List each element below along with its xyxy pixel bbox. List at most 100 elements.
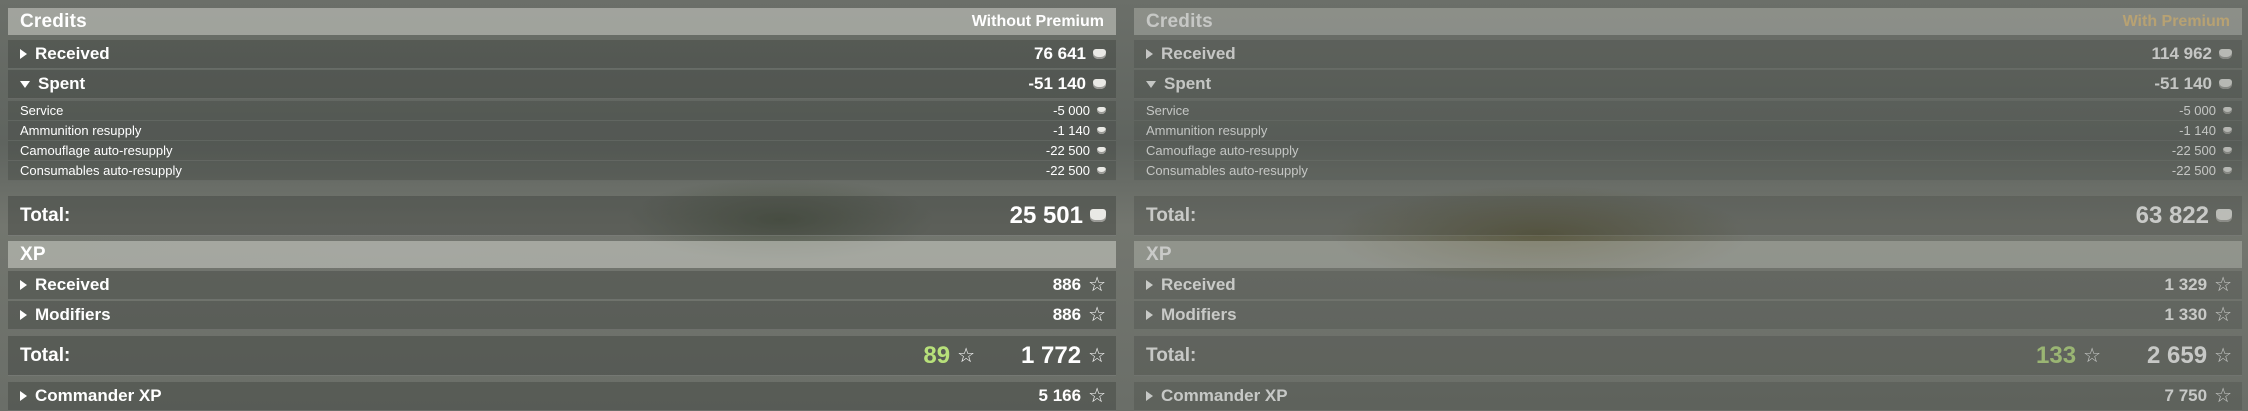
xp-modifiers-value: 886 bbox=[1052, 305, 1082, 324]
star-icon: ☆ bbox=[2214, 385, 2232, 407]
commander-xp-label: Commander XP bbox=[1161, 386, 1288, 405]
xp-modifiers-label: Modifiers bbox=[35, 305, 111, 324]
credits-header: Credits With Premium bbox=[1134, 8, 2242, 35]
credit-icon bbox=[2219, 79, 2232, 89]
commander-xp-value: 5 166 bbox=[1038, 386, 1082, 405]
xp-total-label: Total: bbox=[1146, 344, 1197, 366]
credits-total-row: Total: 25 501 bbox=[8, 196, 1116, 236]
credits-total-value: 63 822 bbox=[2135, 201, 2209, 229]
xp-received-label: Received bbox=[35, 275, 110, 294]
spent-item-value: -22 500 bbox=[1045, 163, 1090, 178]
spent-item-value: -5 000 bbox=[1053, 103, 1090, 118]
star-icon: ☆ bbox=[1088, 385, 1106, 407]
credits-spent-row[interactable]: Spent -51 140 bbox=[1134, 70, 2242, 99]
received-label: Received bbox=[1161, 44, 1236, 63]
spent-item-row: Service -5 000 bbox=[8, 101, 1116, 121]
spent-label: Spent bbox=[1164, 74, 1212, 93]
credit-icon bbox=[1097, 127, 1106, 134]
xp-modifiers-row[interactable]: Modifiers 886 ☆ bbox=[8, 301, 1116, 330]
xp-header: XP bbox=[1134, 241, 2242, 268]
spent-item-label: Consumables auto-resupply bbox=[20, 163, 182, 178]
credit-icon bbox=[2216, 209, 2232, 222]
spent-label: Spent bbox=[38, 74, 86, 93]
received-label: Received bbox=[35, 44, 110, 63]
xp-received-row[interactable]: Received 886 ☆ bbox=[8, 271, 1116, 300]
xp-total-value: 1 772 bbox=[1021, 341, 1082, 369]
star-icon: ☆ bbox=[2214, 274, 2232, 296]
credits-received-row[interactable]: Received 76 641 bbox=[8, 40, 1116, 69]
expand-arrow-icon[interactable] bbox=[1146, 280, 1153, 290]
xp-total-label: Total: bbox=[20, 344, 71, 366]
star-icon: ☆ bbox=[957, 344, 975, 367]
spent-item-row: Consumables auto-resupply -22 500 bbox=[1134, 161, 2242, 181]
commander-xp-row[interactable]: Commander XP 7 750 ☆ bbox=[1134, 382, 2242, 411]
credits-total-row: Total: 63 822 bbox=[1134, 196, 2242, 236]
credits-spent-row[interactable]: Spent -51 140 bbox=[8, 70, 1116, 99]
credits-spent-value: -51 140 bbox=[1028, 74, 1086, 93]
spent-item-label: Service bbox=[1146, 103, 1190, 118]
star-icon: ☆ bbox=[2214, 304, 2232, 326]
spent-item-label: Camouflage auto-resupply bbox=[1146, 143, 1299, 158]
star-icon: ☆ bbox=[2083, 344, 2101, 367]
xp-received-value: 1 329 bbox=[2164, 275, 2208, 294]
credits-total-label: Total: bbox=[20, 204, 71, 226]
with-premium-panel: Credits With Premium Received 114 962 Sp… bbox=[1126, 0, 2248, 411]
without-premium-caption: Without Premium bbox=[971, 12, 1104, 30]
with-premium-caption: With Premium bbox=[2122, 12, 2230, 30]
commander-xp-row[interactable]: Commander XP 5 166 ☆ bbox=[8, 382, 1116, 411]
credit-icon bbox=[2223, 147, 2232, 154]
xp-received-row[interactable]: Received 1 329 ☆ bbox=[1134, 271, 2242, 300]
spent-item-label: Service bbox=[20, 103, 64, 118]
xp-title: XP bbox=[1146, 243, 1172, 265]
spent-item-row: Ammunition resupply -1 140 bbox=[8, 121, 1116, 141]
free-xp-value: 133 bbox=[2036, 341, 2077, 369]
spent-item-row: Ammunition resupply -1 140 bbox=[1134, 121, 2242, 141]
xp-received-label: Received bbox=[1161, 275, 1236, 294]
xp-modifiers-row[interactable]: Modifiers 1 330 ☆ bbox=[1134, 301, 2242, 330]
credit-icon bbox=[2223, 127, 2232, 134]
xp-total-row: Total: 133 ☆ 2 659 ☆ bbox=[1134, 336, 2242, 376]
star-icon: ☆ bbox=[2214, 344, 2232, 367]
xp-total-row: Total: 89 ☆ 1 772 ☆ bbox=[8, 336, 1116, 376]
credits-spent-value: -51 140 bbox=[2154, 74, 2212, 93]
xp-received-value: 886 bbox=[1052, 275, 1082, 294]
credits-title: Credits bbox=[20, 10, 87, 32]
spent-item-label: Ammunition resupply bbox=[1146, 123, 1268, 138]
credit-icon bbox=[1093, 49, 1106, 59]
spent-item-label: Camouflage auto-resupply bbox=[20, 143, 173, 158]
credit-icon bbox=[1097, 147, 1106, 154]
xp-modifiers-label: Modifiers bbox=[1161, 305, 1237, 324]
expand-arrow-icon[interactable] bbox=[20, 49, 27, 59]
credits-received-value: 114 962 bbox=[2151, 44, 2212, 63]
spent-item-label: Ammunition resupply bbox=[20, 123, 142, 138]
free-xp-value: 89 bbox=[923, 341, 951, 369]
star-icon: ☆ bbox=[1088, 274, 1106, 296]
spent-item-value: -22 500 bbox=[1045, 143, 1090, 158]
collapse-arrow-icon[interactable] bbox=[20, 80, 30, 88]
xp-modifiers-value: 1 330 bbox=[2164, 305, 2208, 324]
spent-item-row: Service -5 000 bbox=[1134, 101, 2242, 121]
credits-received-value: 76 641 bbox=[1034, 44, 1086, 63]
credits-header: Credits Without Premium bbox=[8, 8, 1116, 35]
expand-arrow-icon[interactable] bbox=[20, 391, 27, 401]
credit-icon bbox=[2223, 167, 2232, 174]
credit-icon bbox=[1093, 79, 1106, 89]
expand-arrow-icon[interactable] bbox=[1146, 49, 1153, 59]
credit-icon bbox=[1090, 209, 1106, 222]
expand-arrow-icon[interactable] bbox=[1146, 391, 1153, 401]
expand-arrow-icon[interactable] bbox=[20, 310, 27, 320]
spent-item-value: -22 500 bbox=[2171, 143, 2216, 158]
spent-item-row: Camouflage auto-resupply -22 500 bbox=[8, 141, 1116, 161]
credits-received-row[interactable]: Received 114 962 bbox=[1134, 40, 2242, 69]
collapse-arrow-icon[interactable] bbox=[1146, 80, 1156, 88]
expand-arrow-icon[interactable] bbox=[20, 280, 27, 290]
credits-total-value: 25 501 bbox=[1009, 201, 1083, 229]
xp-total-value: 2 659 bbox=[2147, 341, 2208, 369]
commander-xp-value: 7 750 bbox=[2164, 386, 2208, 405]
expand-arrow-icon[interactable] bbox=[1146, 310, 1153, 320]
credits-title: Credits bbox=[1146, 10, 1213, 32]
commander-xp-label: Commander XP bbox=[35, 386, 162, 405]
credit-icon bbox=[1097, 167, 1106, 174]
credit-icon bbox=[2219, 49, 2232, 59]
spent-item-value: -5 000 bbox=[2179, 103, 2216, 118]
